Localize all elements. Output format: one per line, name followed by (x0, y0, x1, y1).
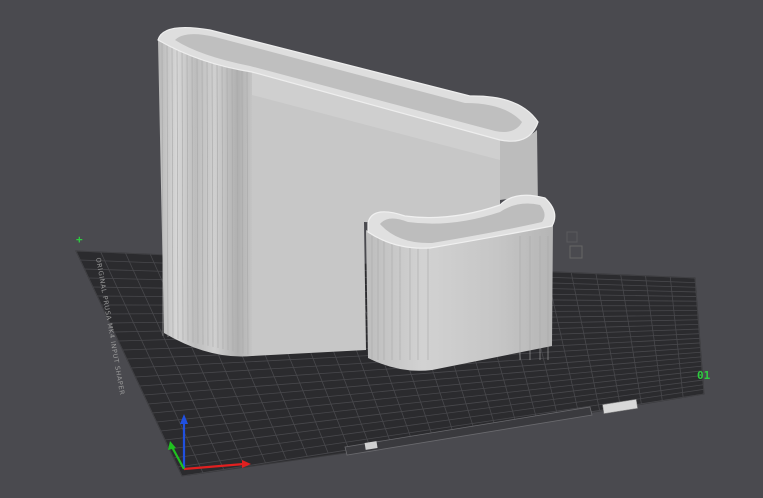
3d-viewport[interactable]: ORIGINAL PRUSA MK4 INPUT SHAPER + 01 (0, 0, 763, 498)
model-short-part[interactable] (366, 194, 556, 371)
bed-corner-label-left: + (76, 233, 83, 246)
bed-corner-label-right: 01 (697, 369, 711, 382)
bed-qr-icon (569, 245, 583, 259)
bed-qr-icon-2 (566, 231, 578, 243)
